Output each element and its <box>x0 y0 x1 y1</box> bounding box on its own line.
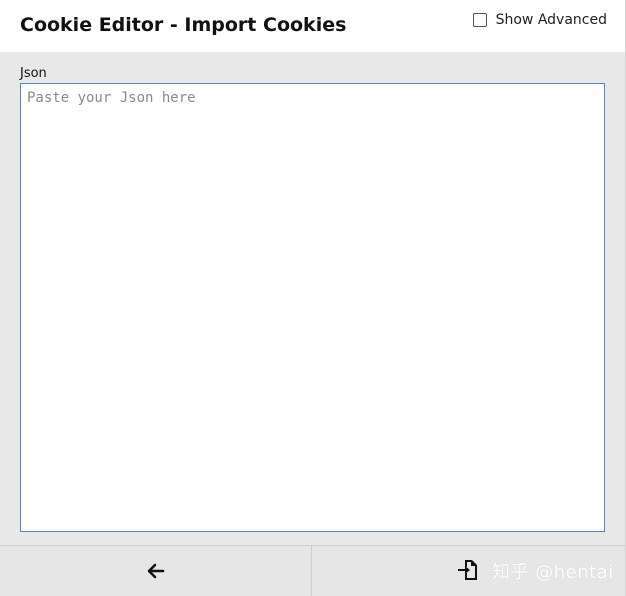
arrow-left-icon <box>147 563 164 579</box>
file-import-icon <box>458 560 477 580</box>
import-button[interactable]: 知乎 @hentai <box>312 546 625 596</box>
header: Cookie Editor - Import Cookies Show Adva… <box>0 0 625 52</box>
back-button[interactable] <box>0 546 312 596</box>
page-title: Cookie Editor - Import Cookies <box>20 14 347 36</box>
show-advanced-label: Show Advanced <box>495 12 607 28</box>
show-advanced-checkbox[interactable] <box>472 13 487 27</box>
json-input[interactable] <box>20 83 605 532</box>
footer-toolbar: 知乎 @hentai <box>0 545 625 596</box>
watermark-text: 知乎 @hentai <box>492 562 614 583</box>
import-cookies-panel: Cookie Editor - Import Cookies Show Adva… <box>0 0 626 596</box>
json-label: Json <box>20 66 47 81</box>
show-advanced-toggle[interactable]: Show Advanced <box>472 12 607 28</box>
